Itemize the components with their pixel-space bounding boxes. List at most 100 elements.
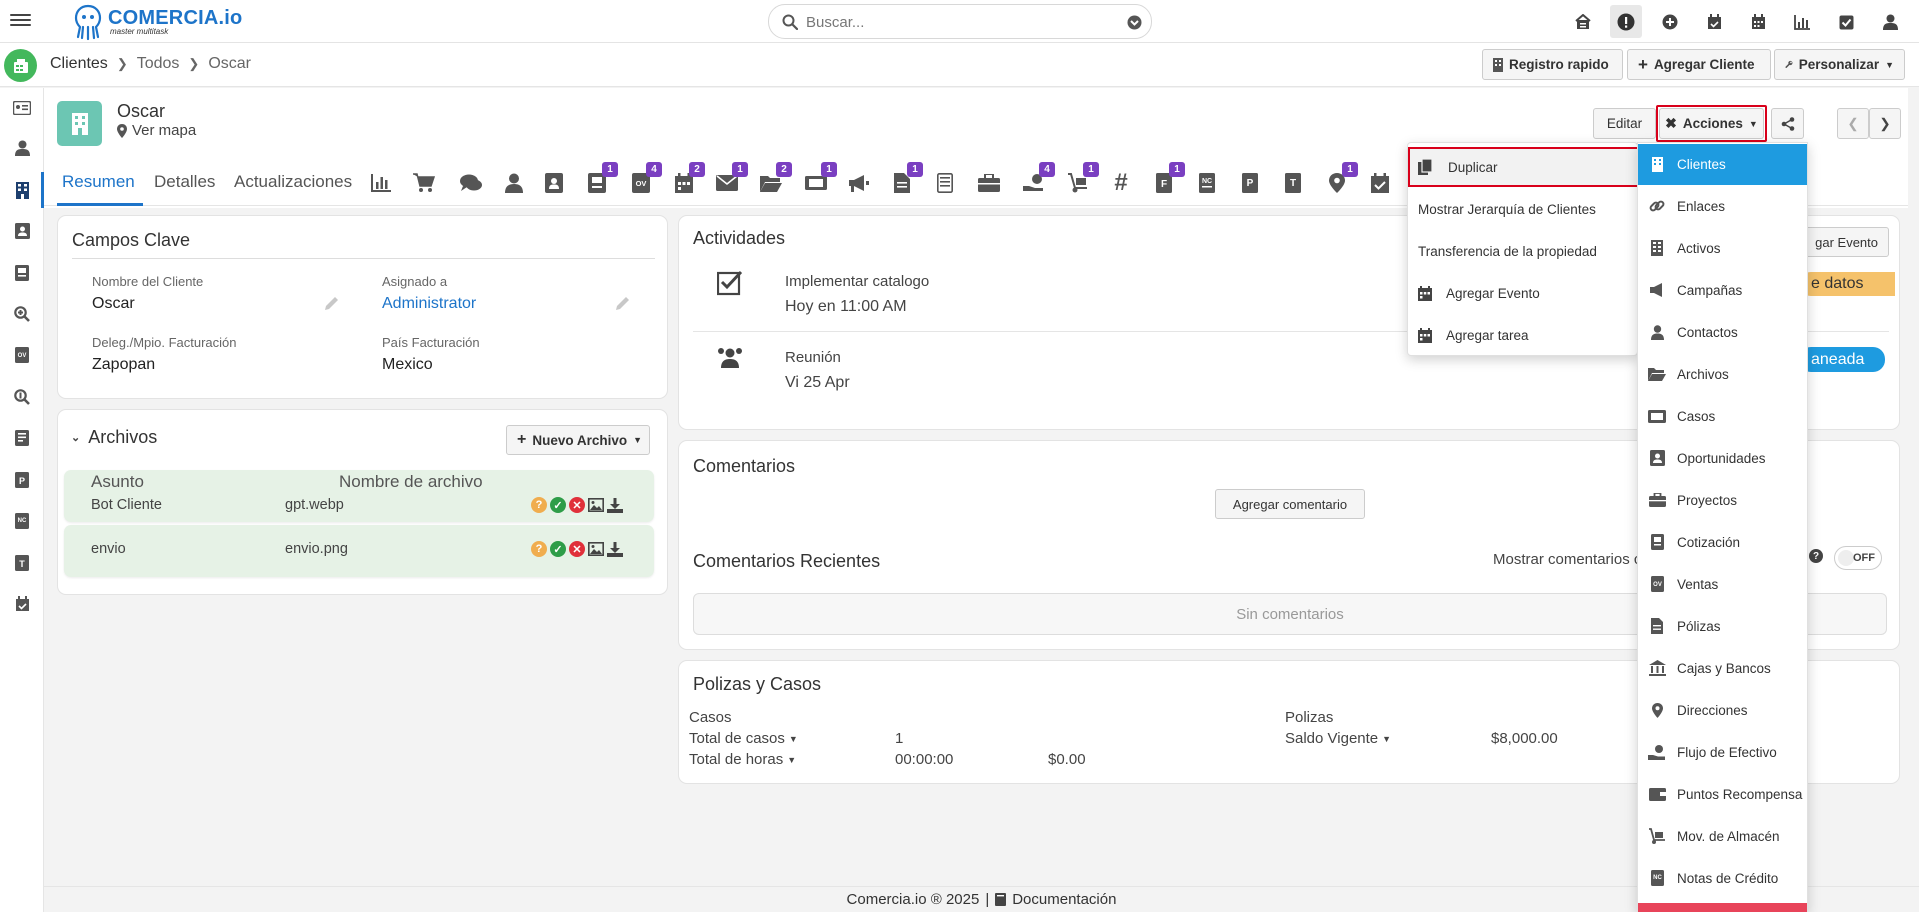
chevron-circle-down-icon[interactable] xyxy=(1127,15,1142,30)
invoice-book-icon[interactable] xyxy=(12,428,32,448)
file-name[interactable]: gpt.webp xyxy=(285,497,344,513)
activity-title[interactable]: Implementar catalogo xyxy=(785,273,929,290)
tab-hashtag-icon[interactable]: # xyxy=(1108,169,1134,196)
submenu-item-archivos[interactable]: Archivos xyxy=(1638,354,1807,394)
tab-f-document-icon[interactable]: F1 xyxy=(1151,162,1185,196)
reject-x-icon[interactable]: ✕ xyxy=(569,541,585,557)
nc-document-icon[interactable]: NC xyxy=(12,511,32,531)
file-name[interactable]: envio.png xyxy=(285,541,348,557)
actions-button[interactable]: ✖ Acciones ▼ xyxy=(1659,108,1764,139)
field-value-assigned-to[interactable]: Administrator xyxy=(382,295,476,313)
customize-button[interactable]: Personalizar ▼ xyxy=(1774,49,1905,80)
submenu-item-activos[interactable]: Activos xyxy=(1638,228,1807,268)
reject-x-icon[interactable]: ✕ xyxy=(569,497,585,513)
view-map-link[interactable]: Ver mapa xyxy=(117,122,196,139)
add-client-button[interactable]: + Agregar Cliente xyxy=(1627,49,1771,80)
approve-check-icon[interactable]: ✓ xyxy=(550,497,566,513)
contact-card-icon[interactable] xyxy=(12,221,32,241)
submenu-item-enlaces[interactable]: Enlaces xyxy=(1638,186,1807,226)
bar-chart-icon[interactable] xyxy=(1791,11,1813,33)
tab-chart-icon[interactable] xyxy=(368,170,394,196)
submenu-item-polizas[interactable]: Pólizas xyxy=(1638,606,1807,646)
tab-address-book-icon[interactable] xyxy=(541,170,567,196)
tab-sales-order-icon[interactable]: OV 4 xyxy=(628,162,662,196)
edit-button[interactable]: Editar xyxy=(1593,108,1656,139)
download-icon[interactable] xyxy=(607,497,623,513)
tab-contact-icon[interactable] xyxy=(501,170,527,196)
calendar-icon[interactable] xyxy=(1747,11,1769,33)
file-row[interactable]: envio envio.png ? ✓ ✕ xyxy=(64,525,654,577)
download-icon[interactable] xyxy=(607,541,623,557)
calendar-check-icon[interactable] xyxy=(1703,11,1725,33)
files-header-toggle[interactable]: ⌄ Archivos xyxy=(71,427,157,448)
search-input[interactable] xyxy=(806,12,1106,32)
submenu-item-proyectos[interactable]: Proyectos xyxy=(1638,480,1807,520)
add-comment-button[interactable]: Agregar comentario xyxy=(1215,489,1365,519)
submenu-item-puntos-recompensa[interactable]: Puntos Recompensa xyxy=(1638,774,1807,814)
share-button[interactable] xyxy=(1771,108,1804,139)
tab-resumen[interactable]: Resumen xyxy=(62,172,135,192)
tab-shopping-cart-icon[interactable] xyxy=(411,170,437,196)
search-dollar-icon[interactable] xyxy=(12,387,32,407)
tab-calendar-icon[interactable]: 2 xyxy=(671,162,705,196)
image-icon[interactable] xyxy=(588,542,604,556)
submenu-item-casos[interactable]: Casos xyxy=(1638,396,1807,436)
tab-briefcase-icon[interactable] xyxy=(976,170,1002,196)
menu-item-add-task[interactable]: Agregar tarea xyxy=(1408,315,1639,355)
menu-item-show-hierarchy[interactable]: Mostrar Jerarquía de Clientes xyxy=(1408,189,1639,229)
calendar-check-icon[interactable] xyxy=(12,594,32,614)
tab-comments-icon[interactable] xyxy=(458,170,484,196)
tab-ledger-icon[interactable] xyxy=(932,170,958,196)
plus-circle-icon[interactable] xyxy=(1659,11,1681,33)
hamburger-menu-icon[interactable] xyxy=(10,11,31,31)
submenu-item-campanas[interactable]: Campañas xyxy=(1638,270,1807,310)
tab-location-icon[interactable]: 1 xyxy=(1324,162,1358,196)
tab-actualizaciones[interactable]: Actualizaciones xyxy=(234,172,352,192)
tab-hand-money-icon[interactable]: 4 xyxy=(1021,162,1055,196)
submenu-item-mov-almacen[interactable]: Mov. de Almacén xyxy=(1638,816,1807,856)
edit-pencil-icon[interactable] xyxy=(615,296,630,311)
edit-pencil-icon[interactable] xyxy=(324,296,339,311)
submenu-item-ventas[interactable]: OV Ventas xyxy=(1638,564,1807,604)
menu-item-ownership-transfer[interactable]: Transferencia de la propiedad xyxy=(1408,231,1639,271)
app-logo[interactable]: COMERCIA.io master multitask xyxy=(72,2,242,42)
check-square-icon[interactable] xyxy=(1835,11,1857,33)
p-document-icon[interactable]: P xyxy=(12,470,32,490)
question-icon[interactable]: ? xyxy=(531,497,547,513)
tab-calendar-check-icon[interactable] xyxy=(1367,170,1393,196)
breadcrumb-root[interactable]: Clientes xyxy=(50,55,108,73)
show-comments-toggle[interactable]: OFF xyxy=(1834,546,1882,570)
warehouse-icon[interactable] xyxy=(1572,11,1594,33)
t-document-icon[interactable]: T xyxy=(12,553,32,573)
tab-document-icon[interactable]: 1 xyxy=(889,162,923,196)
search-plus-icon[interactable] xyxy=(12,304,32,324)
tab-nc-document-icon[interactable]: NC xyxy=(1194,170,1220,196)
submenu-item-cotizacion[interactable]: Cotización xyxy=(1638,522,1807,562)
submenu-item-flujo-efectivo[interactable]: Flujo de Efectivo xyxy=(1638,732,1807,772)
balance-dropdown[interactable]: Saldo Vigente ▼ xyxy=(1285,730,1391,747)
file-row[interactable]: Asunto Nombre de archivo Bot Cliente gpt… xyxy=(64,470,654,522)
activity-title[interactable]: Reunión xyxy=(785,349,841,366)
id-card-icon[interactable] xyxy=(12,98,32,118)
next-record-button[interactable]: ❯ xyxy=(1869,108,1901,139)
building-icon[interactable] xyxy=(12,180,32,200)
tab-p-document-icon[interactable]: P xyxy=(1237,170,1263,196)
total-cases-dropdown[interactable]: Total de casos ▼ xyxy=(689,730,798,747)
submenu-item-oportunidades[interactable]: Oportunidades xyxy=(1638,438,1807,478)
quote-book-icon[interactable] xyxy=(12,263,32,283)
breadcrumb-level[interactable]: Todos xyxy=(137,55,180,73)
question-icon[interactable]: ? xyxy=(531,541,547,557)
tab-ticket-icon[interactable]: 1 xyxy=(803,162,837,196)
menu-item-add-event[interactable]: Agregar Evento xyxy=(1408,273,1639,313)
submenu-item-contactos[interactable]: Contactos xyxy=(1638,312,1807,352)
sales-app-icon[interactable] xyxy=(4,49,37,82)
new-file-button[interactable]: + Nuevo Archivo ▼ xyxy=(506,425,650,455)
submenu-item-clientes[interactable]: Clientes xyxy=(1638,144,1807,185)
submenu-item-cajas-bancos[interactable]: Cajas y Bancos xyxy=(1638,648,1807,688)
previous-record-button[interactable]: ❮ xyxy=(1837,108,1869,139)
quick-register-button[interactable]: Registro rapido xyxy=(1482,49,1623,80)
tab-email-icon[interactable]: 1 xyxy=(714,162,748,196)
exclamation-circle-icon[interactable] xyxy=(1615,11,1637,33)
submenu-item-notas-credito[interactable]: NC Notas de Crédito xyxy=(1638,858,1807,898)
user-icon[interactable] xyxy=(12,138,32,158)
